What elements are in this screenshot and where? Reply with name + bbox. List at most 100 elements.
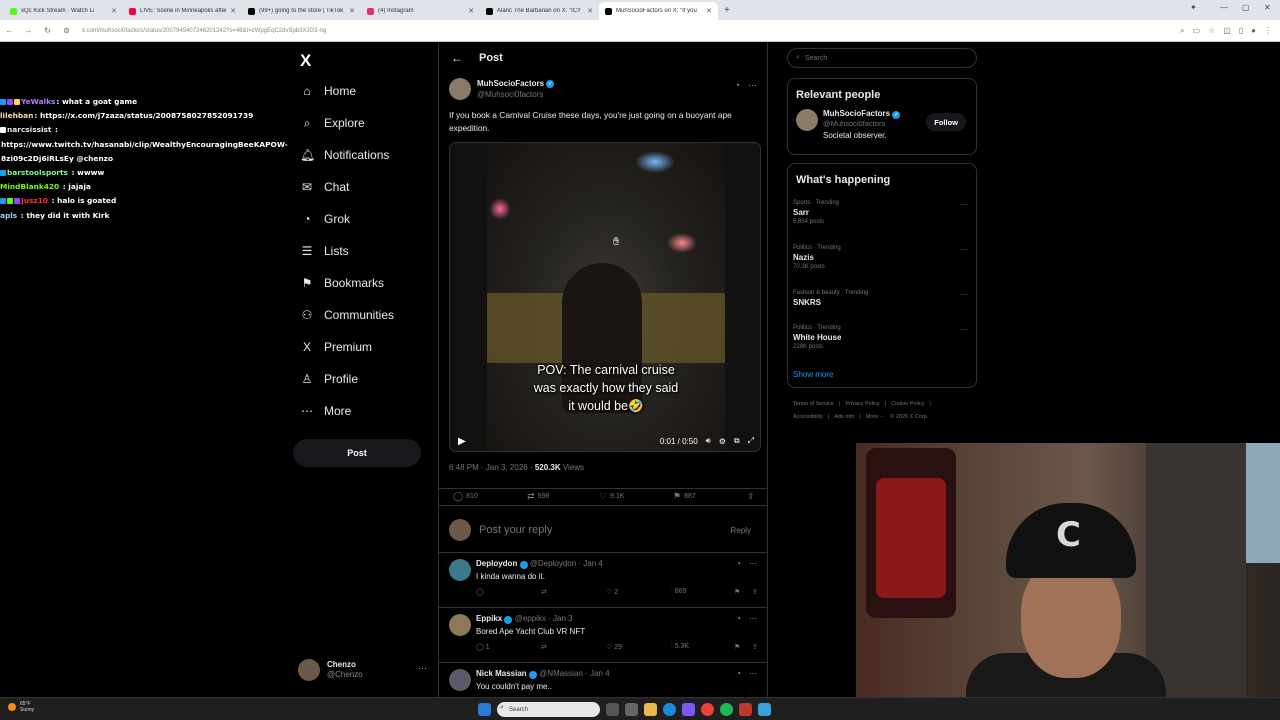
relevant-name[interactable]: MuhSocioFactors — [823, 109, 890, 118]
like-action[interactable]: ♡ 9.1K — [599, 491, 624, 502]
task-view-icon[interactable] — [606, 703, 619, 716]
grok-icon[interactable]: ◔ — [736, 614, 741, 623]
footer-link[interactable]: Ads info — [834, 414, 854, 420]
back-arrow-icon[interactable]: ← — [451, 51, 463, 65]
close-tab-icon[interactable]: ✕ — [587, 7, 593, 15]
spotify-icon[interactable] — [720, 703, 733, 716]
post-author[interactable]: MuhSocioFactors ✓ @Muhsoci0factors — [449, 78, 555, 100]
zoom-icon[interactable]: ⌕ — [1180, 26, 1184, 36]
close-tab-icon[interactable]: ✕ — [230, 7, 236, 15]
post-button[interactable]: Post — [293, 439, 421, 467]
nav-item-more[interactable]: ⋯ More — [300, 395, 351, 427]
reply-input[interactable]: Post your reply — [479, 524, 552, 536]
maximize-icon[interactable]: ▢ — [1242, 3, 1250, 12]
browser-tab[interactable]: xQc Kick Stream · Watch Li ✕ — [4, 2, 123, 20]
reply-avatar[interactable] — [449, 559, 471, 581]
reply-author-name[interactable]: Nick Massian — [476, 669, 527, 678]
new-tab-icon[interactable]: + — [724, 5, 730, 16]
browser-tab[interactable]: LIVE: Scene in Minneapolis after ✕ — [123, 2, 242, 20]
widgets-icon[interactable] — [625, 703, 638, 716]
windows-start-icon[interactable] — [478, 703, 491, 716]
edge-icon[interactable] — [663, 703, 676, 716]
grok-icon[interactable]: ◔ — [736, 559, 741, 568]
nav-item-profile[interactable]: ♙ Profile — [300, 363, 358, 395]
like-action[interactable]: ♡ 2 — [606, 588, 618, 596]
close-tab-icon[interactable]: ✕ — [706, 7, 712, 15]
reply-action[interactable]: ◯ — [476, 588, 484, 596]
bookmark-icon[interactable]: ⚑ — [734, 643, 740, 651]
close-tab-icon[interactable]: ✕ — [111, 7, 117, 15]
more-options-icon[interactable]: ··· — [418, 663, 427, 673]
close-window-icon[interactable]: ✕ — [1264, 3, 1271, 12]
footer-link[interactable]: More ··· — [866, 414, 886, 420]
more-options-icon[interactable]: ··· — [748, 80, 757, 90]
nav-item-notifications[interactable]: 🔔︎ Notifications — [300, 139, 389, 171]
more-options-icon[interactable]: ··· — [960, 200, 968, 209]
close-tab-icon[interactable]: ✕ — [349, 7, 355, 15]
nav-item-explore[interactable]: ⌕ Explore — [300, 107, 365, 139]
settings-gear-icon[interactable]: ⚙ — [719, 437, 726, 446]
views-action[interactable]: ⫶ 869 — [671, 588, 686, 596]
share-icon[interactable]: ⇪ — [752, 588, 758, 596]
like-action[interactable]: ♡ 29 — [606, 643, 622, 651]
sidebar-icon[interactable]: ▯ — [1239, 26, 1243, 35]
reload-icon[interactable]: ↻ — [38, 26, 57, 35]
menu-icon[interactable]: ⋮ — [1264, 26, 1272, 35]
reply-avatar[interactable] — [449, 669, 471, 691]
grok-icon[interactable]: ◔ — [736, 669, 741, 678]
play-icon[interactable]: ▶ — [458, 436, 466, 447]
trend-item[interactable]: Politics · Trending Nazis 70.3K posts ··· — [793, 245, 968, 270]
nav-item-grok[interactable]: ◔ Grok — [300, 203, 350, 235]
discord-icon[interactable] — [682, 703, 695, 716]
repost-action[interactable]: ⇄ — [541, 588, 547, 596]
more-options-icon[interactable]: ··· — [960, 290, 968, 299]
back-icon[interactable]: ← — [0, 26, 19, 35]
footer-link[interactable]: Terms of Service — [793, 401, 834, 407]
picture-in-picture-icon[interactable]: ⧉ — [734, 436, 740, 446]
reply-handle[interactable]: @eppikx · Jan 3 — [515, 614, 573, 623]
nav-item-lists[interactable]: ☰ Lists — [300, 235, 349, 267]
reply-button[interactable]: Reply — [731, 526, 751, 535]
author-avatar[interactable] — [449, 78, 471, 100]
share-action[interactable]: ⇪ — [747, 491, 755, 502]
repost-action[interactable]: ⇄ 598 — [527, 491, 549, 502]
author-handle[interactable]: @Muhsoci0factors — [477, 89, 554, 100]
site-info-icon[interactable]: ⊜ — [57, 26, 76, 35]
cast-icon[interactable]: ▭ — [1192, 26, 1200, 35]
app-icon[interactable] — [739, 703, 752, 716]
bookmark-icon[interactable]: ⚑ — [734, 588, 740, 596]
minimize-icon[interactable]: — — [1220, 3, 1228, 12]
nav-item-bookmarks[interactable]: ⚑ Bookmarks — [300, 267, 384, 299]
repost-action[interactable]: ⇄ — [541, 643, 547, 651]
follow-button[interactable]: Follow — [926, 113, 966, 131]
bookmark-star-icon[interactable]: ☆ — [1208, 26, 1215, 35]
profile-avatar-icon[interactable]: ● — [1251, 26, 1256, 35]
footer-link[interactable]: Accessibility — [793, 414, 823, 420]
browser-tab[interactable]: Alaric The Barbarian on X: "ICY ✕ — [480, 2, 599, 20]
more-options-icon[interactable]: ··· — [960, 325, 968, 334]
bookmark-action[interactable]: ⚑ 887 — [673, 491, 696, 502]
trend-item[interactable]: Fashion & beauty · Trending SNKRS ··· — [793, 290, 968, 309]
browser-tab[interactable]: (99+) going to the store | TikTok ✕ — [242, 2, 361, 20]
trend-item[interactable]: Sports · Trending Sarr 6,854 posts ··· — [793, 200, 968, 225]
share-icon[interactable]: ⇪ — [752, 643, 758, 651]
trend-item[interactable]: Politics · Trending White House 228K posts… — [793, 325, 968, 350]
extension-puzzle-icon[interactable]: ◫ — [1223, 26, 1231, 35]
nav-item-home[interactable]: ⌂ Home — [300, 75, 356, 107]
author-name[interactable]: MuhSocioFactors — [477, 78, 544, 89]
footer-link[interactable]: © 2026 X Corp. — [890, 414, 928, 420]
close-tab-icon[interactable]: ✕ — [468, 7, 474, 15]
relevant-person[interactable]: MuhSocioFactors ✓ @Muhsoci0factors Socie… — [796, 109, 901, 140]
nav-item-chat[interactable]: ✉ Chat — [300, 171, 349, 203]
relevant-avatar[interactable] — [796, 109, 818, 131]
video-player[interactable]: POV: The carnival cruise was exactly how… — [449, 142, 761, 452]
reply-author-name[interactable]: Eppikx — [476, 614, 502, 623]
more-options-icon[interactable]: ··· — [749, 614, 757, 623]
extensions-icon[interactable]: ✦ — [1190, 3, 1197, 12]
x-logo-icon[interactable]: X — [300, 51, 311, 71]
reply-item[interactable]: Eppikx ✓ @eppikx · Jan 3 Bored Ape Yacht … — [439, 607, 767, 662]
more-options-icon[interactable]: ··· — [749, 669, 757, 678]
search-input[interactable]: ⌕ Search — [787, 48, 977, 68]
post-timestamp[interactable]: 6:48 PM · Jan 3, 2026 · — [449, 463, 535, 472]
footer-link[interactable]: Privacy Policy — [845, 401, 879, 407]
